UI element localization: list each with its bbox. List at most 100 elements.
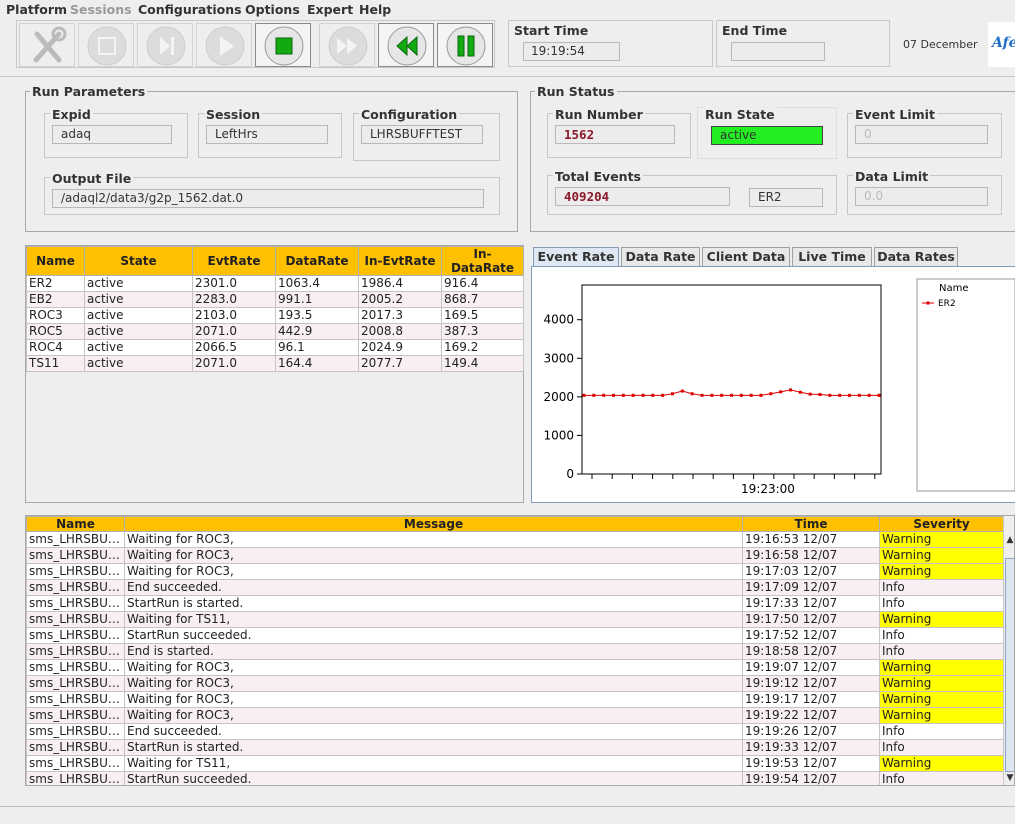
- table-row[interactable]: ROC4 active 2066.5 96.1 2024.9 169.2: [26, 339, 524, 356]
- list-item[interactable]: sms_LHRSBUF... Waiting for ROC3, 19:16:53 …: [26, 531, 1004, 548]
- total-events-group: Total Events 409204 ER2: [547, 169, 837, 215]
- list-item[interactable]: sms_LHRSBUF... Waiting for TS11, 19:17:50 …: [26, 611, 1004, 628]
- list-item[interactable]: sms_LHRSBUF... Waiting for ROC3, 19:19:22 …: [26, 707, 1004, 724]
- list-item[interactable]: sms_LHRSBUF... Waiting for ROC3, 19:17:03 …: [26, 563, 1004, 580]
- table-cell: 164.4: [275, 355, 359, 372]
- table-cell: 19:19:53 12/07: [742, 755, 880, 772]
- step-button[interactable]: [137, 23, 193, 67]
- menu-help[interactable]: Help: [359, 2, 391, 17]
- table-row[interactable]: ROC5 active 2071.0 442.9 2008.8 387.3: [26, 323, 524, 340]
- column-header[interactable]: DataRate: [275, 246, 359, 276]
- run-control-toolbar: [16, 20, 495, 68]
- tab-live-time[interactable]: Live Time: [792, 247, 872, 266]
- table-cell: Info: [879, 723, 1004, 740]
- table-row[interactable]: EB2 active 2283.0 991.1 2005.2 868.7: [26, 291, 524, 308]
- data-point: [720, 393, 724, 397]
- list-item[interactable]: sms_LHRSBUF... End succeeded. 19:19:26 12/…: [26, 723, 1004, 740]
- table-cell: Warning: [879, 691, 1004, 708]
- table-cell: Warning: [879, 707, 1004, 724]
- tab-client-data[interactable]: Client Data: [702, 247, 790, 266]
- table-cell: Waiting for ROC3,: [124, 691, 743, 708]
- table-cell: Waiting for TS11,: [124, 611, 743, 628]
- tab-data-rates[interactable]: Data Rates: [874, 247, 958, 266]
- y-tick-label: 2000: [543, 390, 574, 404]
- column-header[interactable]: Name: [26, 516, 125, 532]
- column-header[interactable]: In-EvtRate: [358, 246, 442, 276]
- output-file-field: /adaql2/data3/g2p_1562.dat.0: [52, 189, 484, 208]
- play-button[interactable]: [196, 23, 252, 67]
- column-header[interactable]: State: [84, 246, 193, 276]
- menu-configurations[interactable]: Configurations: [138, 2, 242, 17]
- column-header[interactable]: Severity: [879, 516, 1004, 532]
- table-cell: StartRun succeeded.: [124, 627, 743, 644]
- stop-button[interactable]: [255, 23, 311, 67]
- list-item[interactable]: sms_LHRSBUF... End is started. 19:18:58 12…: [26, 643, 1004, 660]
- column-header[interactable]: Name: [26, 246, 85, 276]
- menu-sessions[interactable]: Sessions: [70, 2, 132, 17]
- table-cell: sms_LHRSBUF...: [26, 595, 125, 612]
- table-row[interactable]: ER2 active 2301.0 1063.4 1986.4 916.4: [26, 275, 524, 292]
- step-icon: [146, 26, 186, 66]
- table-cell: Waiting for ROC3,: [124, 659, 743, 676]
- column-header[interactable]: EvtRate: [192, 246, 276, 276]
- table-cell: 19:17:33 12/07: [742, 595, 880, 612]
- column-header[interactable]: Message: [124, 516, 743, 532]
- table-cell: 2024.9: [358, 339, 442, 356]
- table-cell: 2301.0: [192, 275, 276, 292]
- menu-platform[interactable]: Platform: [6, 2, 67, 17]
- table-cell: TS11: [26, 355, 85, 372]
- menu-options[interactable]: Options: [245, 2, 300, 17]
- list-item[interactable]: sms_LHRSBUF... StartRun is started. 19:17:…: [26, 595, 1004, 612]
- list-item[interactable]: sms_LHRSBUF... Waiting for TS11, 19:19:53 …: [26, 755, 1004, 772]
- table-cell: Info: [879, 739, 1004, 756]
- table-cell: 2017.3: [358, 307, 442, 324]
- data-point: [700, 393, 704, 397]
- table-cell: sms_LHRSBUF...: [26, 547, 125, 564]
- table-cell: ROC3: [26, 307, 85, 324]
- scroll-up-arrow-icon[interactable]: ▲: [1005, 534, 1014, 546]
- menu-expert[interactable]: Expert: [307, 2, 353, 17]
- scrollbar-thumb[interactable]: [1005, 558, 1014, 772]
- session-group: Session LeftHrs: [198, 107, 342, 158]
- list-item[interactable]: sms_LHRSBUF... End succeeded. 19:17:09 12/…: [26, 579, 1004, 596]
- table-cell: End succeeded.: [124, 579, 743, 596]
- tools-button[interactable]: [19, 23, 75, 67]
- pause-button[interactable]: [437, 23, 493, 67]
- status-separator: [0, 806, 1015, 807]
- table-cell: sms_LHRSBUF...: [26, 691, 125, 708]
- table-cell: 19:17:09 12/07: [742, 579, 880, 596]
- rewind-button[interactable]: [378, 23, 434, 67]
- column-header[interactable]: Time: [742, 516, 880, 532]
- messages-scrollbar[interactable]: ▲ ▼: [1003, 516, 1014, 785]
- column-header[interactable]: In-DataRate: [441, 246, 524, 276]
- fast-forward-button[interactable]: [319, 23, 375, 67]
- table-cell: 19:16:58 12/07: [742, 547, 880, 564]
- list-item[interactable]: sms_LHRSBUF... StartRun succeeded. 19:17:5…: [26, 627, 1004, 644]
- table-cell: Waiting for ROC3,: [124, 563, 743, 580]
- event-limit-field[interactable]: 0: [855, 125, 988, 144]
- save-button[interactable]: [78, 23, 134, 67]
- table-cell: 19:19:12 12/07: [742, 675, 880, 692]
- list-item[interactable]: sms_LHRSBUF... StartRun succeeded. 19:19:5…: [26, 771, 1004, 785]
- list-item[interactable]: sms_LHRSBUF... Waiting for ROC3, 19:19:12 …: [26, 675, 1004, 692]
- table-row[interactable]: TS11 active 2071.0 164.4 2077.7 149.4: [26, 355, 524, 372]
- list-item[interactable]: sms_LHRSBUF... Waiting for ROC3, 19:19:07 …: [26, 659, 1004, 676]
- tab-event-rate[interactable]: Event Rate: [533, 247, 619, 266]
- scroll-down-arrow-icon[interactable]: ▼: [1005, 772, 1014, 784]
- list-item[interactable]: sms_LHRSBUF... Waiting for ROC3, 19:19:17 …: [26, 691, 1004, 708]
- expid-label: Expid: [50, 107, 93, 122]
- messages-table-header: Name Message Time Severity: [26, 516, 1004, 532]
- data-point: [818, 393, 822, 397]
- data-point: [730, 393, 733, 397]
- data-point: [602, 393, 606, 397]
- table-row[interactable]: ROC3 active 2103.0 193.5 2017.3 169.5: [26, 307, 524, 324]
- list-item[interactable]: sms_LHRSBUF... Waiting for ROC3, 19:16:58 …: [26, 547, 1004, 564]
- components-table: Name State EvtRate DataRate In-EvtRate In-Dat…: [26, 246, 524, 372]
- data-point: [592, 393, 596, 397]
- list-item[interactable]: sms_LHRSBUF... StartRun is started. 19:19:…: [26, 739, 1004, 756]
- total-events-field: 409204: [555, 187, 730, 206]
- tab-data-rate[interactable]: Data Rate: [621, 247, 700, 266]
- data-point: [641, 393, 645, 397]
- event-rate-chart: 0 1000 2000 3000 4000 19:23:00 Name ER2: [543, 278, 1015, 496]
- table-cell: StartRun succeeded.: [124, 771, 743, 785]
